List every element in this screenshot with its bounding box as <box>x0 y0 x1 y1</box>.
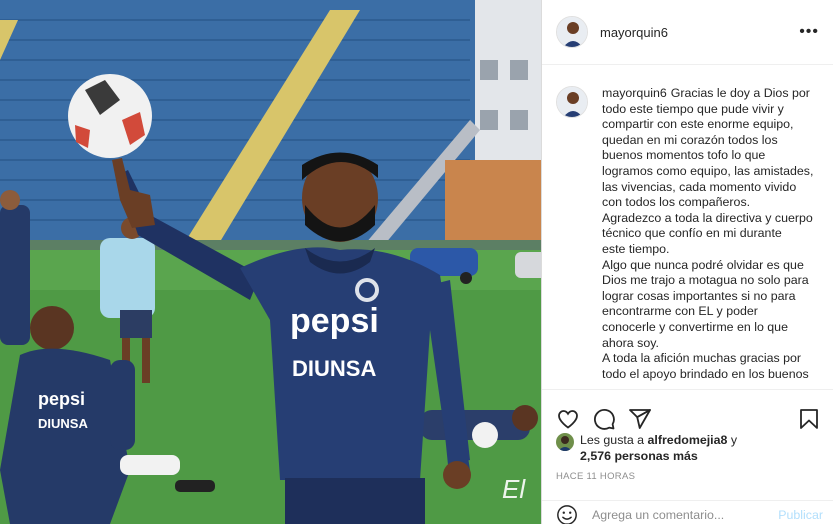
caption-line: todo este tiempo que pude vivir y <box>602 101 784 116</box>
caption-avatar[interactable] <box>556 86 588 118</box>
caption-line: compartir con este enorme equipo, <box>602 117 794 132</box>
caption-line: Gracias le doy a Dios por <box>670 86 810 100</box>
caption-line: Agradezco a toda la directiva y cuerpo <box>602 210 813 225</box>
caption-line: buenos momentos tofo lo que <box>602 148 766 163</box>
caption-area[interactable]: mayorquin6 Gracias le doy a Dios por todo… <box>542 66 833 388</box>
comment-icon[interactable] <box>592 407 616 431</box>
caption-line: lograr cosas importantes si no para <box>602 288 796 303</box>
caption-line: logramos como equipo, las amistades, <box>602 163 814 178</box>
svg-text:El: El <box>502 474 526 504</box>
svg-text:pepsi: pepsi <box>290 302 379 340</box>
likes-count[interactable]: 2,576 personas más <box>580 449 698 463</box>
avatar-image <box>557 17 587 47</box>
caption-line: Algo que nunca podré olvidar es que <box>602 257 804 272</box>
more-horizontal-icon[interactable]: ••• <box>799 23 819 41</box>
comment-bar: Publicar <box>542 500 833 524</box>
likes-text: Les gusta a alfredomejia8 y 2,576 person… <box>580 432 737 464</box>
svg-text:pepsi: pepsi <box>38 389 85 409</box>
heart-icon[interactable] <box>556 407 580 431</box>
username[interactable]: mayorquin6 <box>600 25 668 40</box>
likes-summary: Les gusta a alfredomejia8 y 2,576 person… <box>556 432 826 464</box>
caption-line: todo el apoyo brindado en los buenos <box>602 366 809 381</box>
caption-line: quedan en mi corazón todos los <box>602 132 778 147</box>
likes-middle: y <box>727 433 738 447</box>
action-bar <box>542 389 833 435</box>
smiley-icon[interactable] <box>556 504 578 524</box>
caption-line: con todos los compañeros. <box>602 195 751 210</box>
caption-line: las vivencias, cada momento vivido <box>602 179 797 194</box>
paper-plane-icon[interactable] <box>628 407 652 431</box>
svg-text:DIUNSA: DIUNSA <box>292 356 376 381</box>
caption-line: A toda la afición muchas gracias por <box>602 351 802 366</box>
liker-username[interactable]: alfredomejia8 <box>648 433 728 447</box>
avatar-image <box>557 87 587 117</box>
publish-button[interactable]: Publicar <box>778 508 823 522</box>
avatar[interactable] <box>556 16 588 48</box>
caption-line: técnico que confío en mi durante <box>602 226 782 241</box>
caption-line: Dios me trajo a motagua no solo para <box>602 273 809 288</box>
post-timestamp[interactable]: HACE 11 HORAS <box>556 471 635 482</box>
svg-text:DIUNSA: DIUNSA <box>38 416 88 431</box>
instagram-post: pepsi DIUNSA pepsi DIUNSA El mayorquin6 … <box>0 0 833 524</box>
comment-input[interactable] <box>592 507 767 522</box>
post-details-panel: mayorquin6 ••• mayorquin6 Gracias le doy … <box>541 0 833 524</box>
likes-prefix: Les gusta a <box>580 433 648 447</box>
post-photo[interactable]: pepsi DIUNSA pepsi DIUNSA El <box>0 0 541 524</box>
caption-line: conocerle y convertirme en lo que <box>602 319 788 334</box>
bookmark-icon[interactable] <box>797 407 821 431</box>
caption-line: este tiempo. <box>602 241 670 256</box>
caption-line: encontrarme con EL y poder <box>602 304 758 319</box>
liker-avatar[interactable] <box>556 433 574 451</box>
caption-username[interactable]: mayorquin6 <box>602 86 667 100</box>
caption-line: ahora soy. <box>602 335 659 350</box>
liker-avatar-image <box>556 433 574 451</box>
post-header: mayorquin6 ••• <box>542 0 833 65</box>
caption-text: mayorquin6 Gracias le doy a Dios por todo… <box>602 86 816 388</box>
stadium-photo-illustration: pepsi DIUNSA pepsi DIUNSA El <box>0 0 541 524</box>
